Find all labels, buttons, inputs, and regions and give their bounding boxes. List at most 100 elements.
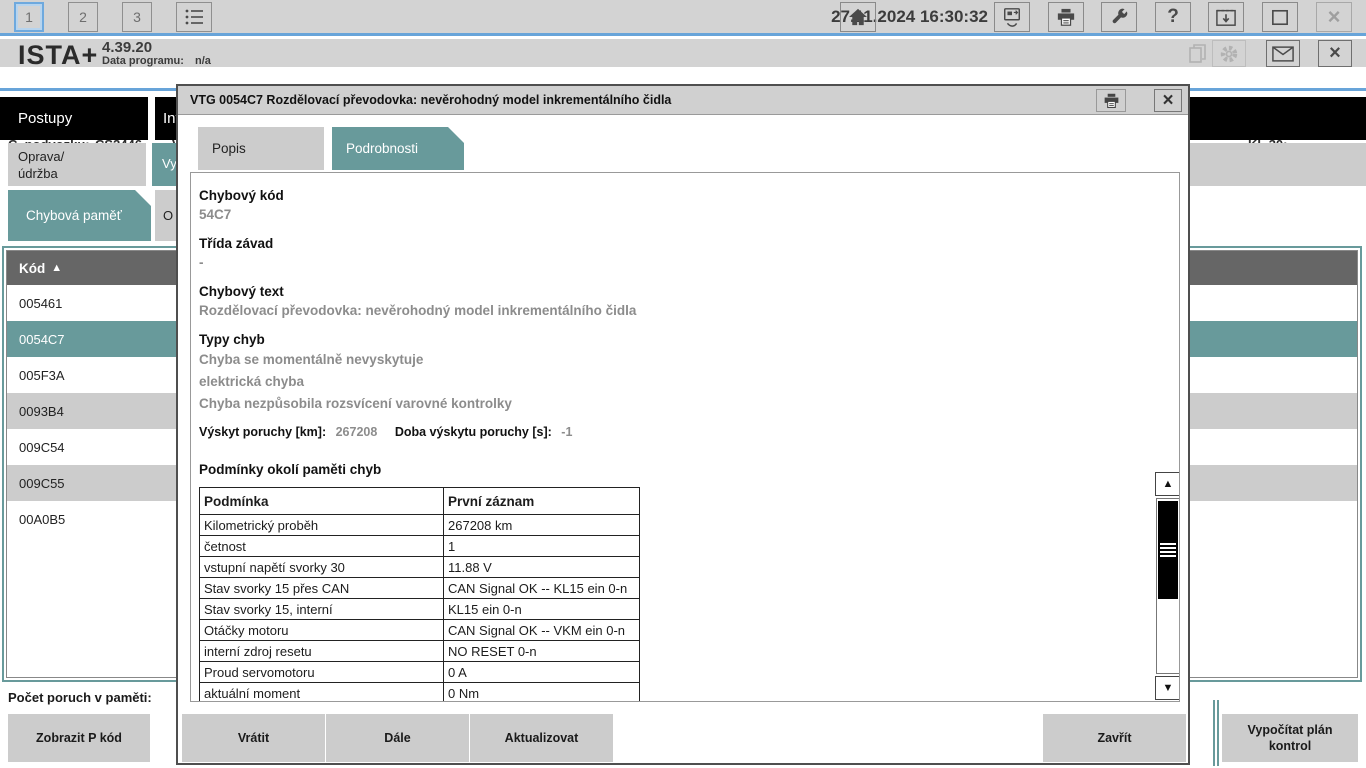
scrollbar-grip	[1160, 543, 1176, 557]
condition-name: Otáčky motoru	[200, 620, 444, 641]
dialog-tab-podrobnosti[interactable]: Podrobnosti	[332, 127, 464, 170]
close-icon[interactable]: ×	[1318, 40, 1352, 67]
scroll-down-button[interactable]: ▼	[1155, 676, 1180, 700]
data-program-value: n/a	[195, 55, 211, 67]
fault-detail-dialog: VTG 0054C7 Rozdělovací převodovka: nevěr…	[176, 84, 1190, 765]
km-label: Výskyt poruchy [km]:	[199, 425, 326, 439]
fault-table-header-label: Kód	[19, 261, 45, 276]
field-types-value3: Chyba nezpůsobila rozsvícení varovné kon…	[199, 393, 1179, 415]
field-types-value2: elektrická chyba	[199, 371, 1179, 393]
mail-icon[interactable]	[1266, 40, 1300, 67]
seconds-label: Doba výskytu poruchy [s]:	[395, 425, 552, 439]
dale-button[interactable]: Dále	[326, 714, 469, 762]
data-program-label: Data programu:	[102, 55, 184, 67]
dialog-close-icon[interactable]: ×	[1154, 89, 1182, 112]
field-class-value: -	[199, 253, 1179, 272]
condition-row: interní zdroj resetuNO RESET 0-n	[200, 641, 640, 662]
tab-chybova-pamet[interactable]: Chybová paměť	[8, 190, 151, 241]
condition-name: vstupní napětí svorky 30	[200, 557, 444, 578]
km-value: 267208	[336, 425, 378, 439]
dialog-print-icon[interactable]	[1096, 89, 1126, 112]
condition-name: interní zdroj resetu	[200, 641, 444, 662]
condition-value: KL15 ein 0-n	[444, 599, 640, 620]
condition-row: Stav svorky 15, interníKL15 ein 0-n	[200, 599, 640, 620]
data-program: Data programu: n/a	[102, 55, 211, 67]
field-types-value1: Chyba se momentálně nevyskytuje	[199, 349, 1179, 371]
workspace-tab-3[interactable]: 3	[122, 2, 152, 32]
occurrence-stats: Výskyt poruchy [km]: 267208 Doba výskytu…	[199, 423, 1179, 442]
condition-row: Proud servomotoru0 A	[200, 662, 640, 683]
condition-row: vstupní napětí svorky 3011.88 V	[200, 557, 640, 578]
condition-value: 0 Nm	[444, 683, 640, 703]
condition-value: 11.88 V	[444, 557, 640, 578]
workspace-tab-1[interactable]: 1	[14, 2, 44, 32]
dialog-title: VTG 0054C7 Rozdělovací převodovka: nevěr…	[190, 93, 671, 107]
zavrit-button[interactable]: Zavřít	[1043, 714, 1186, 762]
scrollbar-track[interactable]	[1156, 498, 1180, 674]
nav-tab-postupy[interactable]: Postupy	[0, 97, 148, 140]
condition-name: Proud servomotoru	[200, 662, 444, 683]
condition-name: četnost	[200, 536, 444, 557]
condition-row: aktuální moment0 Nm	[200, 683, 640, 703]
calc-plan-button[interactable]: Vypočítat plán kontrol	[1222, 714, 1358, 762]
window-background-icon[interactable]	[1208, 2, 1244, 32]
sort-ascending-icon: ▲	[51, 262, 62, 274]
dialog-tab-podrobnosti-label: Podrobnosti	[346, 141, 418, 156]
field-types-label: Typy chyb	[199, 330, 1179, 349]
field-code-label: Chybový kód	[199, 186, 1179, 205]
condition-value: 1	[444, 536, 640, 557]
vci-icon[interactable]	[994, 2, 1030, 32]
condition-value: 0 A	[444, 662, 640, 683]
condition-row: četnost1	[200, 536, 640, 557]
conditions-col1-header: Podmínka	[200, 488, 444, 515]
field-class-label: Třída závad	[199, 234, 1179, 253]
copy-icon	[1186, 40, 1210, 67]
conditions-col2-header: První záznam	[444, 488, 640, 515]
field-text-value: Rozdělovací převodovka: nevěrohodný mode…	[199, 301, 1179, 320]
settings-icon	[1212, 40, 1246, 67]
condition-name: Stav svorky 15 přes CAN	[200, 578, 444, 599]
tab-oprava-line2: údržba	[18, 165, 146, 182]
dialog-scrollbar: ▲ ▼	[1155, 472, 1180, 700]
dialog-content: Chybový kód 54C7 Třída závad - Chybový t…	[190, 172, 1180, 702]
right-panel-divider	[1213, 700, 1219, 766]
seconds-value: -1	[561, 425, 572, 439]
scroll-up-button[interactable]: ▲	[1155, 472, 1180, 496]
home-icon[interactable]	[840, 2, 876, 32]
top-toolbar: 1 2 3 27.11.2024 16:30:32	[0, 0, 1366, 36]
help-icon[interactable]: ?	[1155, 2, 1191, 32]
field-code-value: 54C7	[199, 205, 1179, 224]
app-version: 4.39.20	[102, 39, 152, 56]
printer-icon[interactable]	[1048, 2, 1084, 32]
dialog-titlebar: VTG 0054C7 Rozdělovací převodovka: nevěr…	[178, 86, 1188, 115]
condition-name: Stav svorky 15, interní	[200, 599, 444, 620]
scrollbar-thumb[interactable]	[1158, 501, 1178, 599]
tab-oprava-line1: Oprava/	[18, 148, 146, 165]
calc-plan-line2: kontrol	[1269, 738, 1311, 754]
condition-value: 267208 km	[444, 515, 640, 536]
condition-row: Stav svorky 15 přes CANCAN Signal OK -- …	[200, 578, 640, 599]
condition-value: CAN Signal OK -- KL15 ein 0-n	[444, 578, 640, 599]
dialog-tab-popis[interactable]: Popis	[198, 127, 324, 170]
aktualizovat-button[interactable]: Aktualizovat	[470, 714, 613, 762]
tab-row-right-strip	[1190, 143, 1366, 186]
ista-application: 1 2 3 27.11.2024 16:30:32	[0, 0, 1366, 768]
window-close-icon[interactable]: ×	[1316, 2, 1352, 32]
calc-plan-line1: Vypočítat plán	[1248, 722, 1333, 738]
fault-count-label: Počet poruch v paměti:	[8, 690, 152, 705]
workspace-tab-2[interactable]: 2	[68, 2, 98, 32]
tools-icon[interactable]	[1101, 2, 1137, 32]
condition-value: CAN Signal OK -- VKM ein 0-n	[444, 620, 640, 641]
field-text-label: Chybový text	[199, 282, 1179, 301]
condition-row: Otáčky motoruCAN Signal OK -- VKM ein 0-…	[200, 620, 640, 641]
conditions-title: Podmínky okolí paměti chyb	[199, 460, 1179, 479]
window-maximize-icon[interactable]	[1262, 2, 1298, 32]
conditions-header-row: Podmínka První záznam	[200, 488, 640, 515]
show-p-code-button[interactable]: Zobrazit P kód	[8, 714, 150, 762]
tab-oprava-udrzba[interactable]: Oprava/ údržba	[8, 143, 146, 186]
condition-value: NO RESET 0-n	[444, 641, 640, 662]
condition-name: Kilometrický proběh	[200, 515, 444, 536]
condition-row: Kilometrický proběh267208 km	[200, 515, 640, 536]
session-list-icon[interactable]	[176, 2, 212, 32]
vratit-button[interactable]: Vrátit	[182, 714, 325, 762]
